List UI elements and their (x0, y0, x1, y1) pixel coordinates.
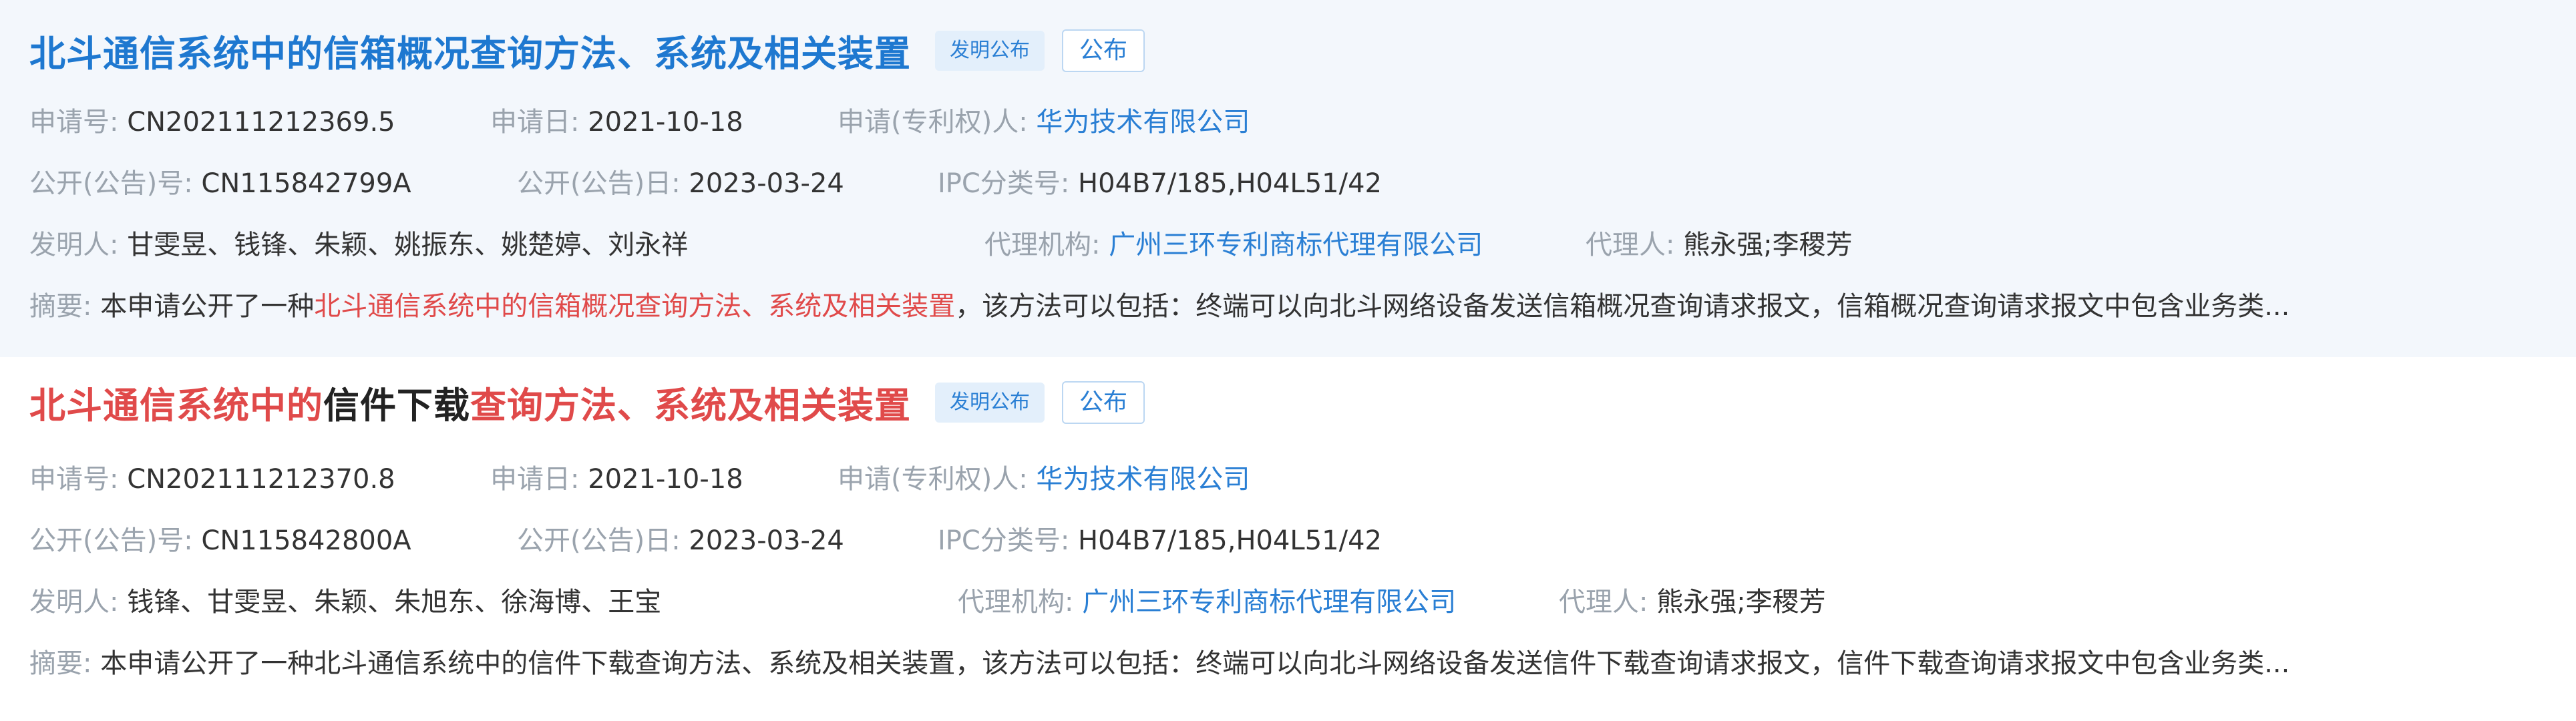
abstract-label: 摘要: (29, 648, 92, 679)
patent-status-badge: 公布 (1062, 381, 1145, 424)
abstract-text-end: ，该方法可以包括：终端可以向北斗网络设备发送信箱概况查询请求报文，信箱概况查询请… (955, 291, 2290, 322)
abstract-text-start: 本申请公开了一种 (100, 291, 315, 322)
publication-date: 2023-03-24 (689, 525, 844, 556)
inventor-info-row: 发明人: 甘雯昱、钱锋、朱颖、姚振东、姚楚婷、刘永祥 代理机构: 广州三环专利商… (29, 223, 1853, 262)
agents: 熊永强;李稷芳 (1683, 230, 1853, 260)
patent-title-highlight-2[interactable]: 查询方法、系统及相关装置 (470, 385, 911, 427)
record-title-row: 北斗通信系统中的信箱概况查询方法、系统及相关装置 发明公布 公布 (29, 24, 1145, 77)
applicant-label: 申请(专利权)人: (838, 464, 1028, 495)
application-number-label: 申请号: (29, 107, 119, 138)
publication-date: 2023-03-24 (689, 168, 844, 199)
abstract-label: 摘要: (29, 291, 92, 322)
applicant-label: 申请(专利权)人: (838, 107, 1028, 138)
agent-label: 代理人: (1559, 587, 1648, 618)
patent-status-badge: 公布 (1062, 29, 1145, 72)
application-info-row: 申请号: CN202111212370.8 申请日: 2021-10-18 申请… (29, 457, 1250, 496)
abstract-row: 摘要: 本申请公开了一种北斗通信系统中的信箱概况查询方法、系统及相关装置，该方法… (29, 284, 2549, 323)
applicant-link[interactable]: 华为技术有限公司 (1036, 464, 1250, 495)
publication-date-label: 公开(公告)日: (517, 525, 681, 556)
agency-link[interactable]: 广州三环专利商标代理有限公司 (1082, 587, 1456, 618)
patent-record-1: 北斗通信系统中的信箱概况查询方法、系统及相关装置 发明公布 公布 申请号: CN… (0, 0, 2576, 357)
patent-title-link[interactable]: 北斗通信系统中的信箱概况查询方法、系统及相关装置 (29, 24, 911, 77)
application-number: CN202111212370.8 (127, 464, 395, 495)
application-date: 2021-10-18 (588, 464, 743, 495)
publication-info-row: 公开(公告)号: CN115842800A 公开(公告)日: 2023-03-2… (29, 519, 1382, 557)
application-date: 2021-10-18 (588, 107, 743, 138)
publication-number-label: 公开(公告)号: (29, 168, 193, 199)
abstract-row: 摘要: 本申请公开了一种北斗通信系统中的信件下载查询方法、系统及相关装置，该方法… (29, 642, 2549, 680)
inventors: 甘雯昱、钱锋、朱颖、姚振东、姚楚婷、刘永祥 (127, 230, 689, 260)
ipc-label: IPC分类号: (938, 168, 1070, 199)
patent-title-text[interactable]: 北斗通信系统中的信箱概况查询方法、系统及相关装置 (29, 33, 911, 75)
publication-number-label: 公开(公告)号: (29, 525, 193, 556)
agent-label: 代理人: (1586, 230, 1675, 260)
application-info-row: 申请号: CN202111212369.5 申请日: 2021-10-18 申请… (29, 100, 1250, 139)
patent-type-badge: 发明公布 (935, 30, 1045, 71)
application-number-label: 申请号: (29, 464, 119, 495)
patent-title-link[interactable]: 北斗通信系统中的信件下载查询方法、系统及相关装置 (29, 376, 911, 429)
abstract-text: 本申请公开了一种北斗通信系统中的信件下载查询方法、系统及相关装置，该方法可以包括… (100, 648, 2290, 679)
record-title-row: 北斗通信系统中的信件下载查询方法、系统及相关装置 发明公布 公布 (29, 376, 1145, 429)
agents: 熊永强;李稷芳 (1656, 587, 1826, 618)
application-date-label: 申请日: (490, 464, 580, 495)
application-date-label: 申请日: (490, 107, 580, 138)
patent-type-badge: 发明公布 (935, 382, 1045, 423)
agency-link[interactable]: 广州三环专利商标代理有限公司 (1109, 230, 1483, 260)
patent-record-2: 北斗通信系统中的信件下载查询方法、系统及相关装置 发明公布 公布 申请号: CN… (0, 357, 2576, 721)
patent-title-highlight-1[interactable]: 北斗通信系统中的 (29, 385, 323, 427)
ipc-classes: H04B7/185,H04L51/42 (1078, 168, 1382, 199)
publication-number: CN115842800A (201, 525, 411, 556)
publication-info-row: 公开(公告)号: CN115842799A 公开(公告)日: 2023-03-2… (29, 162, 1382, 200)
inventor-info-row: 发明人: 钱锋、甘雯昱、朱颖、朱旭东、徐海博、王宝 代理机构: 广州三环专利商标… (29, 580, 1826, 619)
patent-title-plain[interactable]: 信件下载 (323, 385, 470, 427)
application-number: CN202111212369.5 (127, 107, 395, 138)
abstract-highlight: 北斗通信系统中的信箱概况查询方法、系统及相关装置 (314, 291, 956, 322)
inventors: 钱锋、甘雯昱、朱颖、朱旭东、徐海博、王宝 (127, 587, 662, 618)
inventor-label: 发明人: (29, 587, 119, 618)
publication-date-label: 公开(公告)日: (517, 168, 681, 199)
agency-label: 代理机构: (984, 230, 1101, 260)
agency-label: 代理机构: (958, 587, 1074, 618)
applicant-link[interactable]: 华为技术有限公司 (1036, 107, 1250, 138)
ipc-label: IPC分类号: (938, 525, 1070, 556)
ipc-classes: H04B7/185,H04L51/42 (1078, 525, 1382, 556)
publication-number: CN115842799A (201, 168, 411, 199)
inventor-label: 发明人: (29, 230, 119, 260)
